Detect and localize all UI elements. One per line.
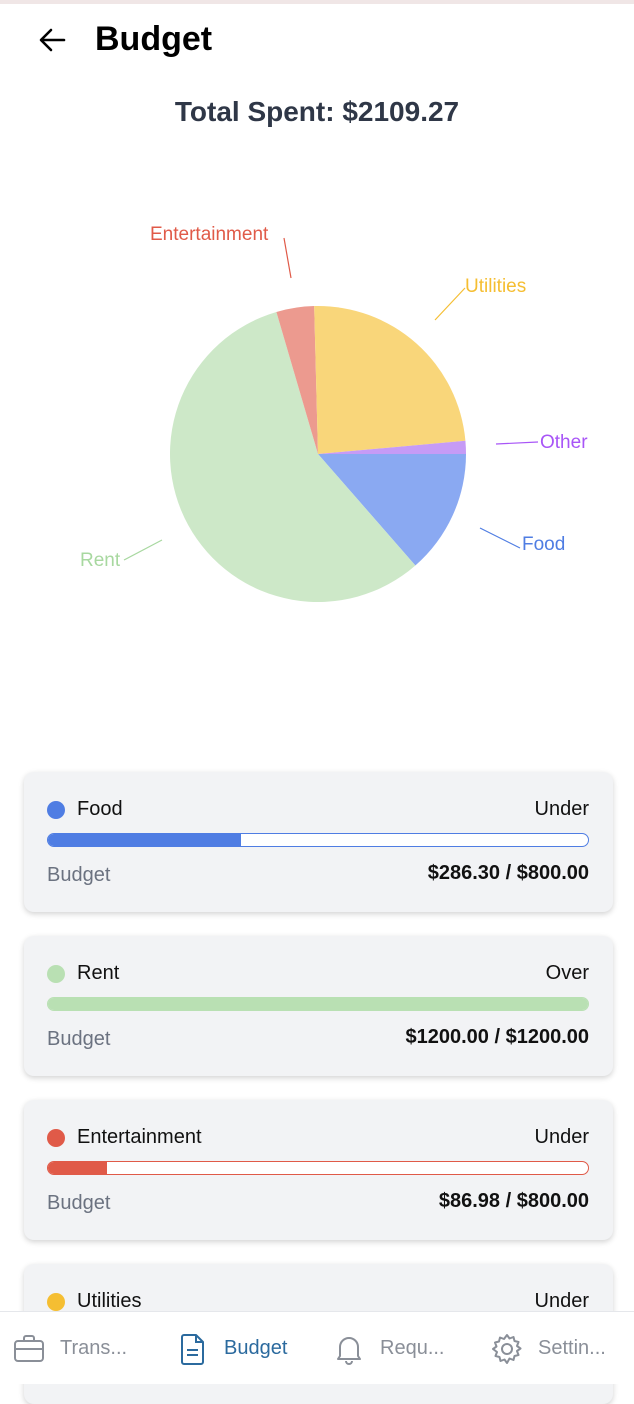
page-title: Budget: [95, 20, 213, 58]
budget-progress-bar: [47, 833, 589, 847]
budget-card-rent[interactable]: Rent Over Budget $1200.00 / $1200.00: [24, 936, 613, 1076]
category-name: Entertainment: [77, 1126, 202, 1148]
budget-label: Budget: [47, 1028, 111, 1050]
category-color-dot: [47, 801, 65, 819]
app-header: Budget: [0, 4, 634, 80]
pie-leader-line-utilities: [434, 287, 466, 321]
bell-icon: [332, 1332, 366, 1366]
gear-icon: [490, 1332, 524, 1366]
budget-status: Over: [545, 962, 589, 984]
budget-pie-chart: Food Rent Entertainment Utilities Other: [0, 160, 634, 720]
budget-label: Budget: [47, 1192, 111, 1214]
pie-leader-line-rent: [123, 539, 163, 561]
nav-item-label: Trans...: [60, 1337, 128, 1359]
nav-item-label: Settin...: [538, 1337, 606, 1359]
back-button[interactable]: [36, 24, 70, 58]
pie-slice-utilities: [314, 306, 466, 454]
budget-amount: $286.30 / $800.00: [427, 862, 589, 884]
bottom-nav: Trans... Budget Requ... Settin...: [0, 1311, 634, 1384]
budget-label: Budget: [47, 864, 111, 886]
pie-leader-line-food: [479, 527, 521, 549]
category-color-dot: [47, 1293, 65, 1311]
document-icon: [176, 1332, 210, 1366]
pie-leader-line-entertainment: [283, 237, 292, 279]
pie-label-food: Food: [522, 534, 565, 555]
total-spent: Total Spent: $2109.27: [174, 96, 460, 127]
nav-item-bell[interactable]: Requ...: [332, 1312, 444, 1385]
pie-leader-line-other: [495, 441, 539, 445]
budget-card-food[interactable]: Food Under Budget $286.30 / $800.00: [24, 772, 613, 912]
nav-item-gear[interactable]: Settin...: [490, 1312, 606, 1385]
category-color-dot: [47, 1129, 65, 1147]
budget-amount: $86.98 / $800.00: [438, 1190, 589, 1212]
budget-status: Under: [534, 1126, 589, 1148]
budget-progress-bar: [47, 1161, 589, 1175]
briefcase-icon: [12, 1332, 46, 1366]
nav-item-document[interactable]: Budget: [176, 1312, 287, 1385]
budget-card-entertainment[interactable]: Entertainment Under Budget $86.98 / $800.00: [24, 1100, 613, 1240]
category-name: Utilities: [77, 1290, 142, 1312]
budget-progress-bar: [47, 997, 589, 1011]
budget-amount: $1200.00 / $1200.00: [405, 1026, 589, 1048]
pie-label-rent: Rent: [80, 550, 121, 571]
budget-progress-fill: [48, 998, 588, 1010]
budget-progress-fill: [48, 1162, 107, 1174]
pie-label-other: Other: [540, 432, 588, 453]
nav-item-label: Requ...: [380, 1337, 445, 1359]
budget-progress-fill: [48, 834, 242, 846]
category-name: Rent: [77, 962, 120, 984]
nav-item-briefcase[interactable]: Trans...: [12, 1312, 127, 1385]
pie-label-utilities: Utilities: [465, 276, 526, 297]
category-color-dot: [47, 965, 65, 983]
nav-item-label: Budget: [224, 1337, 288, 1359]
category-name: Food: [77, 798, 123, 820]
budget-status: Under: [534, 1290, 589, 1312]
budget-status: Under: [534, 798, 589, 820]
pie-label-entertainment: Entertainment: [150, 224, 269, 245]
arrow-left-icon: [39, 28, 66, 52]
